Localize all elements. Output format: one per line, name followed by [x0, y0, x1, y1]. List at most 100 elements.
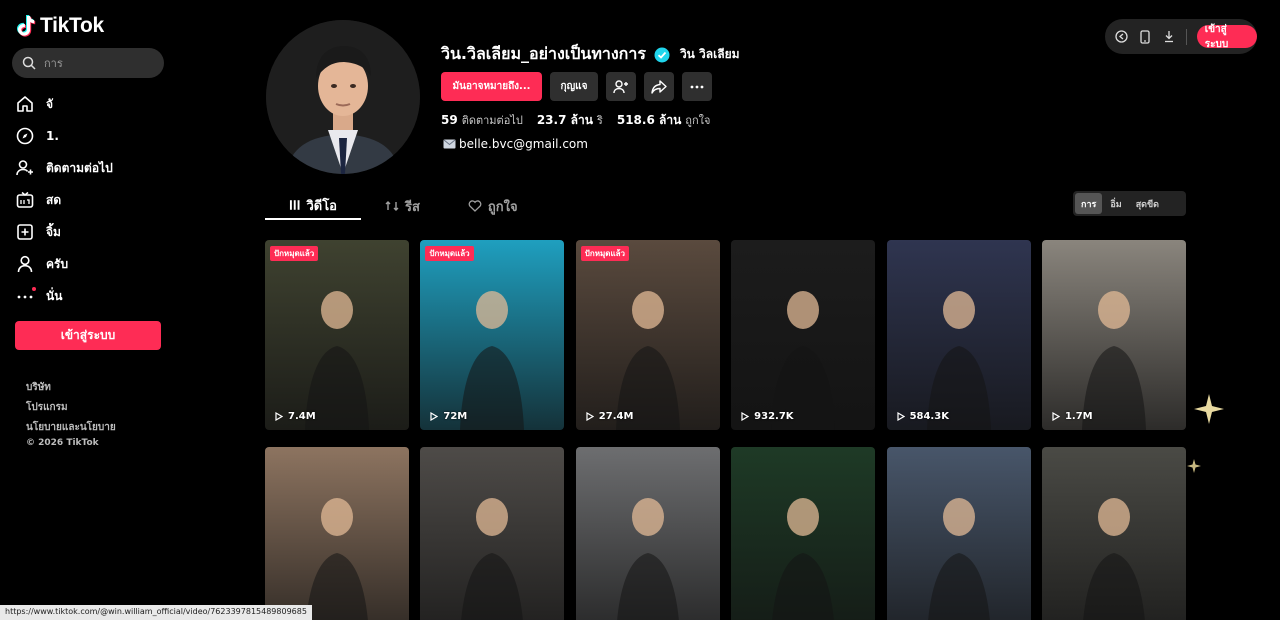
video-card[interactable]: [265, 447, 409, 620]
download-icon[interactable]: [1162, 30, 1176, 44]
stat-value: 518.6 ล้าน: [616, 113, 682, 127]
grid-icon: [289, 200, 300, 210]
video-thumbnail: [927, 498, 990, 620]
sidebar-login-button[interactable]: เข้าสู่ระบบ: [15, 321, 161, 350]
footer-link-program[interactable]: โปรแกรม: [26, 398, 116, 418]
view-count: 932.7K: [741, 411, 794, 422]
compass-icon: [16, 127, 34, 145]
stat-following[interactable]: 59 ติดตามต่อไป: [441, 111, 523, 130]
tab-reposts[interactable]: รีส: [361, 192, 444, 220]
sort-popular[interactable]: อิ่ม: [1104, 193, 1127, 214]
video-card[interactable]: [420, 447, 565, 620]
profile-icon: [17, 255, 33, 273]
sort-latest[interactable]: การ: [1075, 193, 1103, 214]
view-count: 584.3K: [896, 411, 949, 422]
follow-button[interactable]: มันอาจหมายถึง...: [441, 72, 542, 101]
sidebar-item-label: จิ้ม: [46, 224, 61, 239]
sidebar-item-home[interactable]: จั: [16, 88, 166, 120]
pinned-badge: ปักหมุดแล้ว: [425, 246, 474, 261]
stat-followers[interactable]: 23.7 ล้าน ริ: [537, 111, 603, 130]
add-friend-icon: [613, 79, 628, 93]
share-icon: [651, 79, 667, 94]
view-count-text: 27.4M: [598, 411, 634, 422]
key-button[interactable]: กุญแจ: [550, 72, 598, 101]
divider: [1185, 28, 1187, 45]
video-card[interactable]: [575, 447, 720, 620]
tiktok-profile-page: TikTok จั 1. ติดตามต่อไป: [0, 0, 1280, 620]
pinned-badge: ปักหมุดแล้ว: [270, 246, 319, 261]
sidebar-item-explore[interactable]: 1.: [16, 120, 166, 152]
email-text: belle.bvc@gmail.com: [459, 137, 588, 151]
video-card[interactable]: ปักหมุดแล้ว 72M: [420, 240, 565, 430]
brand-name: TikTok: [40, 14, 104, 37]
view-count-text: 72M: [443, 411, 468, 422]
sidebar-item-profile[interactable]: ครับ: [16, 248, 166, 280]
more-icon-wrap: [16, 287, 36, 305]
stat-likes: 518.6 ล้าน ถูกใจ: [617, 111, 711, 130]
search-box[interactable]: [12, 48, 164, 78]
add-friend-button[interactable]: [606, 72, 636, 101]
top-login-button[interactable]: เข้าสู่ระบบ: [1196, 24, 1257, 50]
upload-icon: [17, 224, 33, 240]
more-options-button[interactable]: [682, 72, 712, 101]
profile-stats: 59 ติดตามต่อไป 23.7 ล้าน ริ 518.6 ล้าน ถูกใ…: [441, 111, 710, 130]
verified-badge-icon: [654, 47, 670, 62]
live-icon: [16, 191, 34, 208]
stat-value: 23.7 ล้าน: [536, 113, 593, 127]
profile-nickname: วิน วิลเลียม: [679, 47, 740, 61]
top-action-bar: เข้าสู่ระบบ: [1105, 19, 1257, 54]
play-icon: [586, 412, 594, 421]
video-card[interactable]: 1.7M: [1041, 240, 1186, 430]
view-count: 27.4M: [586, 411, 634, 422]
copyright-text: © 2026 TikTok: [26, 438, 99, 448]
sidebar-item-label: 1.: [46, 129, 59, 143]
coin-icon[interactable]: [1115, 30, 1129, 44]
profile-username: วิน.วิลเลียม_อย่างเป็นทางการ: [441, 44, 646, 63]
view-count: 72M: [430, 411, 467, 422]
sidebar: TikTok จั 1. ติดตามต่อไป: [0, 0, 176, 620]
sidebar-item-following[interactable]: ติดตามต่อไป: [16, 152, 166, 184]
search-input[interactable]: [44, 56, 154, 70]
footer-link-policy[interactable]: นโยบายและนโยบาย: [26, 418, 116, 438]
tab-label: รีส: [405, 199, 420, 215]
footer-link-company[interactable]: บริษัท: [26, 378, 116, 398]
pinned-badge: ปักหมุดแล้ว: [580, 246, 629, 261]
stat-label: ริ: [596, 114, 603, 127]
view-count-text: 1.7M: [1064, 411, 1093, 422]
video-card[interactable]: [886, 447, 1031, 620]
view-count-text: 932.7K: [754, 411, 794, 422]
play-icon: [896, 412, 905, 421]
video-thumbnail: [926, 291, 991, 430]
video-card[interactable]: 932.7K: [731, 240, 876, 430]
video-card[interactable]: ปักหมุดแล้ว 7.4M: [265, 240, 409, 430]
ellipsis-icon: [690, 85, 704, 88]
video-card[interactable]: ปักหมุดแล้ว 27.4M: [575, 240, 720, 430]
stat-label: ติดตามต่อไป: [461, 114, 523, 127]
video-card[interactable]: [731, 447, 876, 620]
sidebar-footer: บริษัท โปรแกรม นโยบายและนโยบาย © 2026 Ti…: [26, 378, 116, 448]
video-card[interactable]: 584.3K: [886, 240, 1031, 430]
tab-videos[interactable]: วิดีโอ: [265, 192, 361, 220]
share-button[interactable]: [644, 72, 674, 101]
sidebar-item-upload[interactable]: จิ้ม: [16, 216, 166, 248]
sort-toggle: การ อิ่ม สุดขีด: [1073, 191, 1186, 216]
profile-actions: มันอาจหมายถึง... กุญแจ: [441, 72, 712, 101]
tab-label: ถูกใจ: [487, 199, 518, 215]
profile-avatar[interactable]: [266, 20, 420, 174]
tiktok-logo[interactable]: TikTok: [16, 14, 104, 38]
tiktok-note-icon: [17, 15, 36, 37]
video-thumbnail: [1083, 498, 1145, 620]
sidebar-item-live[interactable]: สด: [16, 184, 166, 216]
heart-icon: [468, 200, 482, 212]
sidebar-nav: จั 1. ติดตามต่อไป สด จิ้ม ครับ นั่น: [16, 88, 166, 312]
play-icon: [1052, 412, 1060, 421]
sort-oldest[interactable]: สุดขีด: [1130, 193, 1165, 214]
sidebar-item-label: ติดตามต่อไป: [46, 160, 113, 175]
sparkle-icon: [1194, 394, 1224, 424]
sparkle-small-icon: [1187, 459, 1201, 473]
sidebar-item-more[interactable]: นั่น: [16, 280, 166, 312]
phone-icon[interactable]: [1139, 29, 1153, 44]
view-count-text: 7.4M: [288, 411, 316, 422]
tab-liked[interactable]: ถูกใจ: [444, 192, 542, 220]
video-card[interactable]: [1041, 447, 1186, 620]
